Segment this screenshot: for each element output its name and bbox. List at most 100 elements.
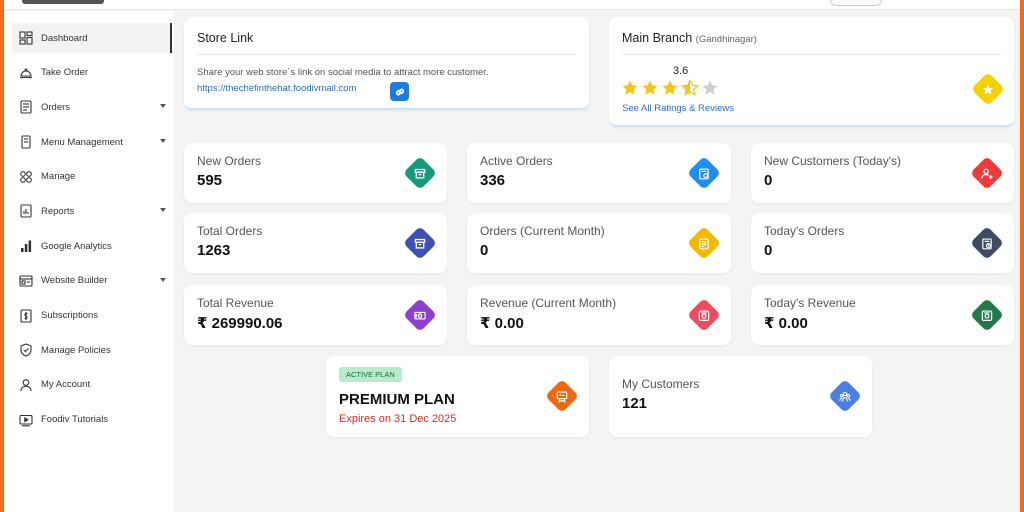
stat-value: 121 <box>622 395 648 412</box>
sidebar-item-label: Website Builder <box>41 275 108 287</box>
shield-icon <box>19 343 33 357</box>
logo[interactable] <box>22 0 104 4</box>
sidebar-item-label: My Account <box>41 379 91 391</box>
clipboard-clock-icon <box>982 237 992 249</box>
stat-badge <box>687 226 721 260</box>
chevron-down-icon[interactable] <box>160 104 166 109</box>
stat-label: Orders (Current Month) <box>480 224 605 238</box>
stat-value: ₹ 0.00 <box>480 315 524 332</box>
chevron-down-icon[interactable] <box>160 208 166 213</box>
subscription-icon <box>19 308 33 323</box>
sidebar-item-label: Manage Policies <box>41 344 111 356</box>
rating-value: 3.6 <box>673 65 689 77</box>
stat-value: 336 <box>480 172 506 189</box>
sidebar-item-label: Take Order <box>41 67 88 79</box>
sidebar-item-manage-policies[interactable]: Manage Policies <box>12 335 172 365</box>
link-icon <box>395 88 404 95</box>
wallet-icon <box>698 309 710 321</box>
store-link-title: Store Link <box>197 31 254 45</box>
stat-badge <box>403 156 437 190</box>
stat-value: 0 <box>764 172 773 189</box>
wallet-icon <box>981 309 993 321</box>
my-customers-card[interactable]: My Customers 121 <box>609 356 872 437</box>
stat-label: Revenue (Current Month) <box>480 296 617 310</box>
plan-icon <box>556 390 568 403</box>
stat-card-active-orders[interactable]: Active Orders 336 <box>467 143 731 203</box>
top-bar-button[interactable] <box>830 0 882 6</box>
active-plan-card[interactable]: ACTIVE PLAN PREMIUM PLAN Expires on 31 D… <box>326 356 589 437</box>
divider <box>197 54 576 55</box>
star-empty-icon <box>702 80 718 95</box>
chevron-down-icon[interactable] <box>160 277 166 282</box>
store-url-link[interactable]: https://thechefinthehat.foodivmail.com <box>197 83 356 94</box>
stat-card-total-revenue[interactable]: Total Revenue ₹ 269990.06 <box>184 285 447 345</box>
sidebar-item-manage[interactable]: Manage <box>12 162 172 192</box>
grid-icon <box>19 170 33 184</box>
reports-icon <box>19 204 33 218</box>
cloche-icon <box>19 66 33 80</box>
window-edge-right <box>1020 0 1024 512</box>
branch-card: Main Branch (Gandhinagar) 3.6 See All Ra… <box>609 17 1014 127</box>
chevron-down-icon[interactable] <box>160 139 166 144</box>
stat-label: New Orders <box>197 154 262 168</box>
sidebar-item-label: Orders <box>41 101 71 113</box>
branch-name: Main Branch <box>622 31 693 45</box>
users-icon <box>839 390 851 401</box>
stat-card-todays-orders[interactable]: Today's Orders 0 <box>751 213 1014 273</box>
box-icon <box>414 168 426 178</box>
stat-badge <box>970 226 1004 260</box>
stat-label: Active Orders <box>480 154 553 168</box>
stat-value: 0 <box>480 242 489 259</box>
sidebar-item-label: Menu Management <box>41 136 123 148</box>
stat-card-revenue-current-month[interactable]: Revenue (Current Month) ₹ 0.00 <box>467 285 731 345</box>
stat-badge <box>403 298 437 332</box>
star-full-icon <box>662 80 678 95</box>
stat-card-todays-revenue[interactable]: Today's Revenue ₹ 0.00 <box>751 285 1014 345</box>
top-bar <box>4 0 1020 10</box>
active-plan-badge: ACTIVE PLAN <box>339 367 402 382</box>
sidebar-item-menu-management[interactable]: Menu Management <box>12 127 172 157</box>
stat-label: Today's Revenue <box>764 296 856 310</box>
stat-value: 0 <box>764 242 773 259</box>
orders-icon <box>19 100 33 114</box>
branch-title: Main Branch (Gandhinagar) <box>622 31 757 45</box>
sidebar-item-subscriptions[interactable]: Subscriptions <box>12 301 172 331</box>
sidebar-item-my-account[interactable]: My Account <box>12 370 172 400</box>
ratings-badge <box>971 72 1005 106</box>
stat-label: My Customers <box>622 377 700 391</box>
sidebar-item-google-analytics[interactable]: Google Analytics <box>12 231 172 261</box>
stat-value: 1263 <box>197 242 231 259</box>
sidebar-item-website-builder[interactable]: Website Builder <box>12 266 172 296</box>
stat-card-orders-current-month[interactable]: Orders (Current Month) 0 <box>467 213 731 273</box>
sidebar-item-take-order[interactable]: Take Order <box>12 58 172 88</box>
stat-card-total-orders[interactable]: Total Orders 1263 <box>184 213 447 273</box>
sidebar-item-label: Foodiv Tutorials <box>41 414 109 426</box>
star-half-icon <box>681 79 699 96</box>
branch-location: (Gandhinagar) <box>695 34 757 45</box>
sidebar-item-label: Subscriptions <box>41 310 99 321</box>
rating-stars <box>621 79 719 97</box>
user-add-icon <box>981 167 993 179</box>
user-icon <box>19 378 33 392</box>
see-all-ratings-link[interactable]: See All Ratings & Reviews <box>622 103 734 114</box>
stat-label: Today's Orders <box>764 224 845 238</box>
sidebar-item-reports[interactable]: Reports <box>12 196 172 226</box>
copy-link-button[interactable] <box>390 82 409 101</box>
plan-name: PREMIUM PLAN <box>339 391 455 408</box>
sidebar-item-orders[interactable]: Orders <box>12 92 172 122</box>
stat-badge <box>687 298 721 332</box>
stat-label: Total Orders <box>197 224 263 238</box>
plan-expiry: Expires on 31 Dec 2025 <box>339 413 457 425</box>
stat-value: ₹ 0.00 <box>764 315 808 332</box>
sidebar-item-foodiv-tutorials[interactable]: Foodiv Tutorials <box>12 405 172 435</box>
stat-label: Total Revenue <box>197 296 274 310</box>
stat-card-new-orders[interactable]: New Orders 595 <box>184 143 447 203</box>
stat-badge <box>970 156 1004 190</box>
sidebar-item-label: Reports <box>41 205 75 217</box>
stat-badge <box>687 156 721 190</box>
clipboard-check-icon <box>699 167 709 179</box>
stat-card-new-customers[interactable]: New Customers (Today's) 0 <box>751 143 1014 203</box>
divider <box>622 54 1001 55</box>
sidebar-item-dashboard[interactable]: Dashboard <box>12 23 172 53</box>
store-link-description: Share your web store`s link on social me… <box>197 67 489 78</box>
